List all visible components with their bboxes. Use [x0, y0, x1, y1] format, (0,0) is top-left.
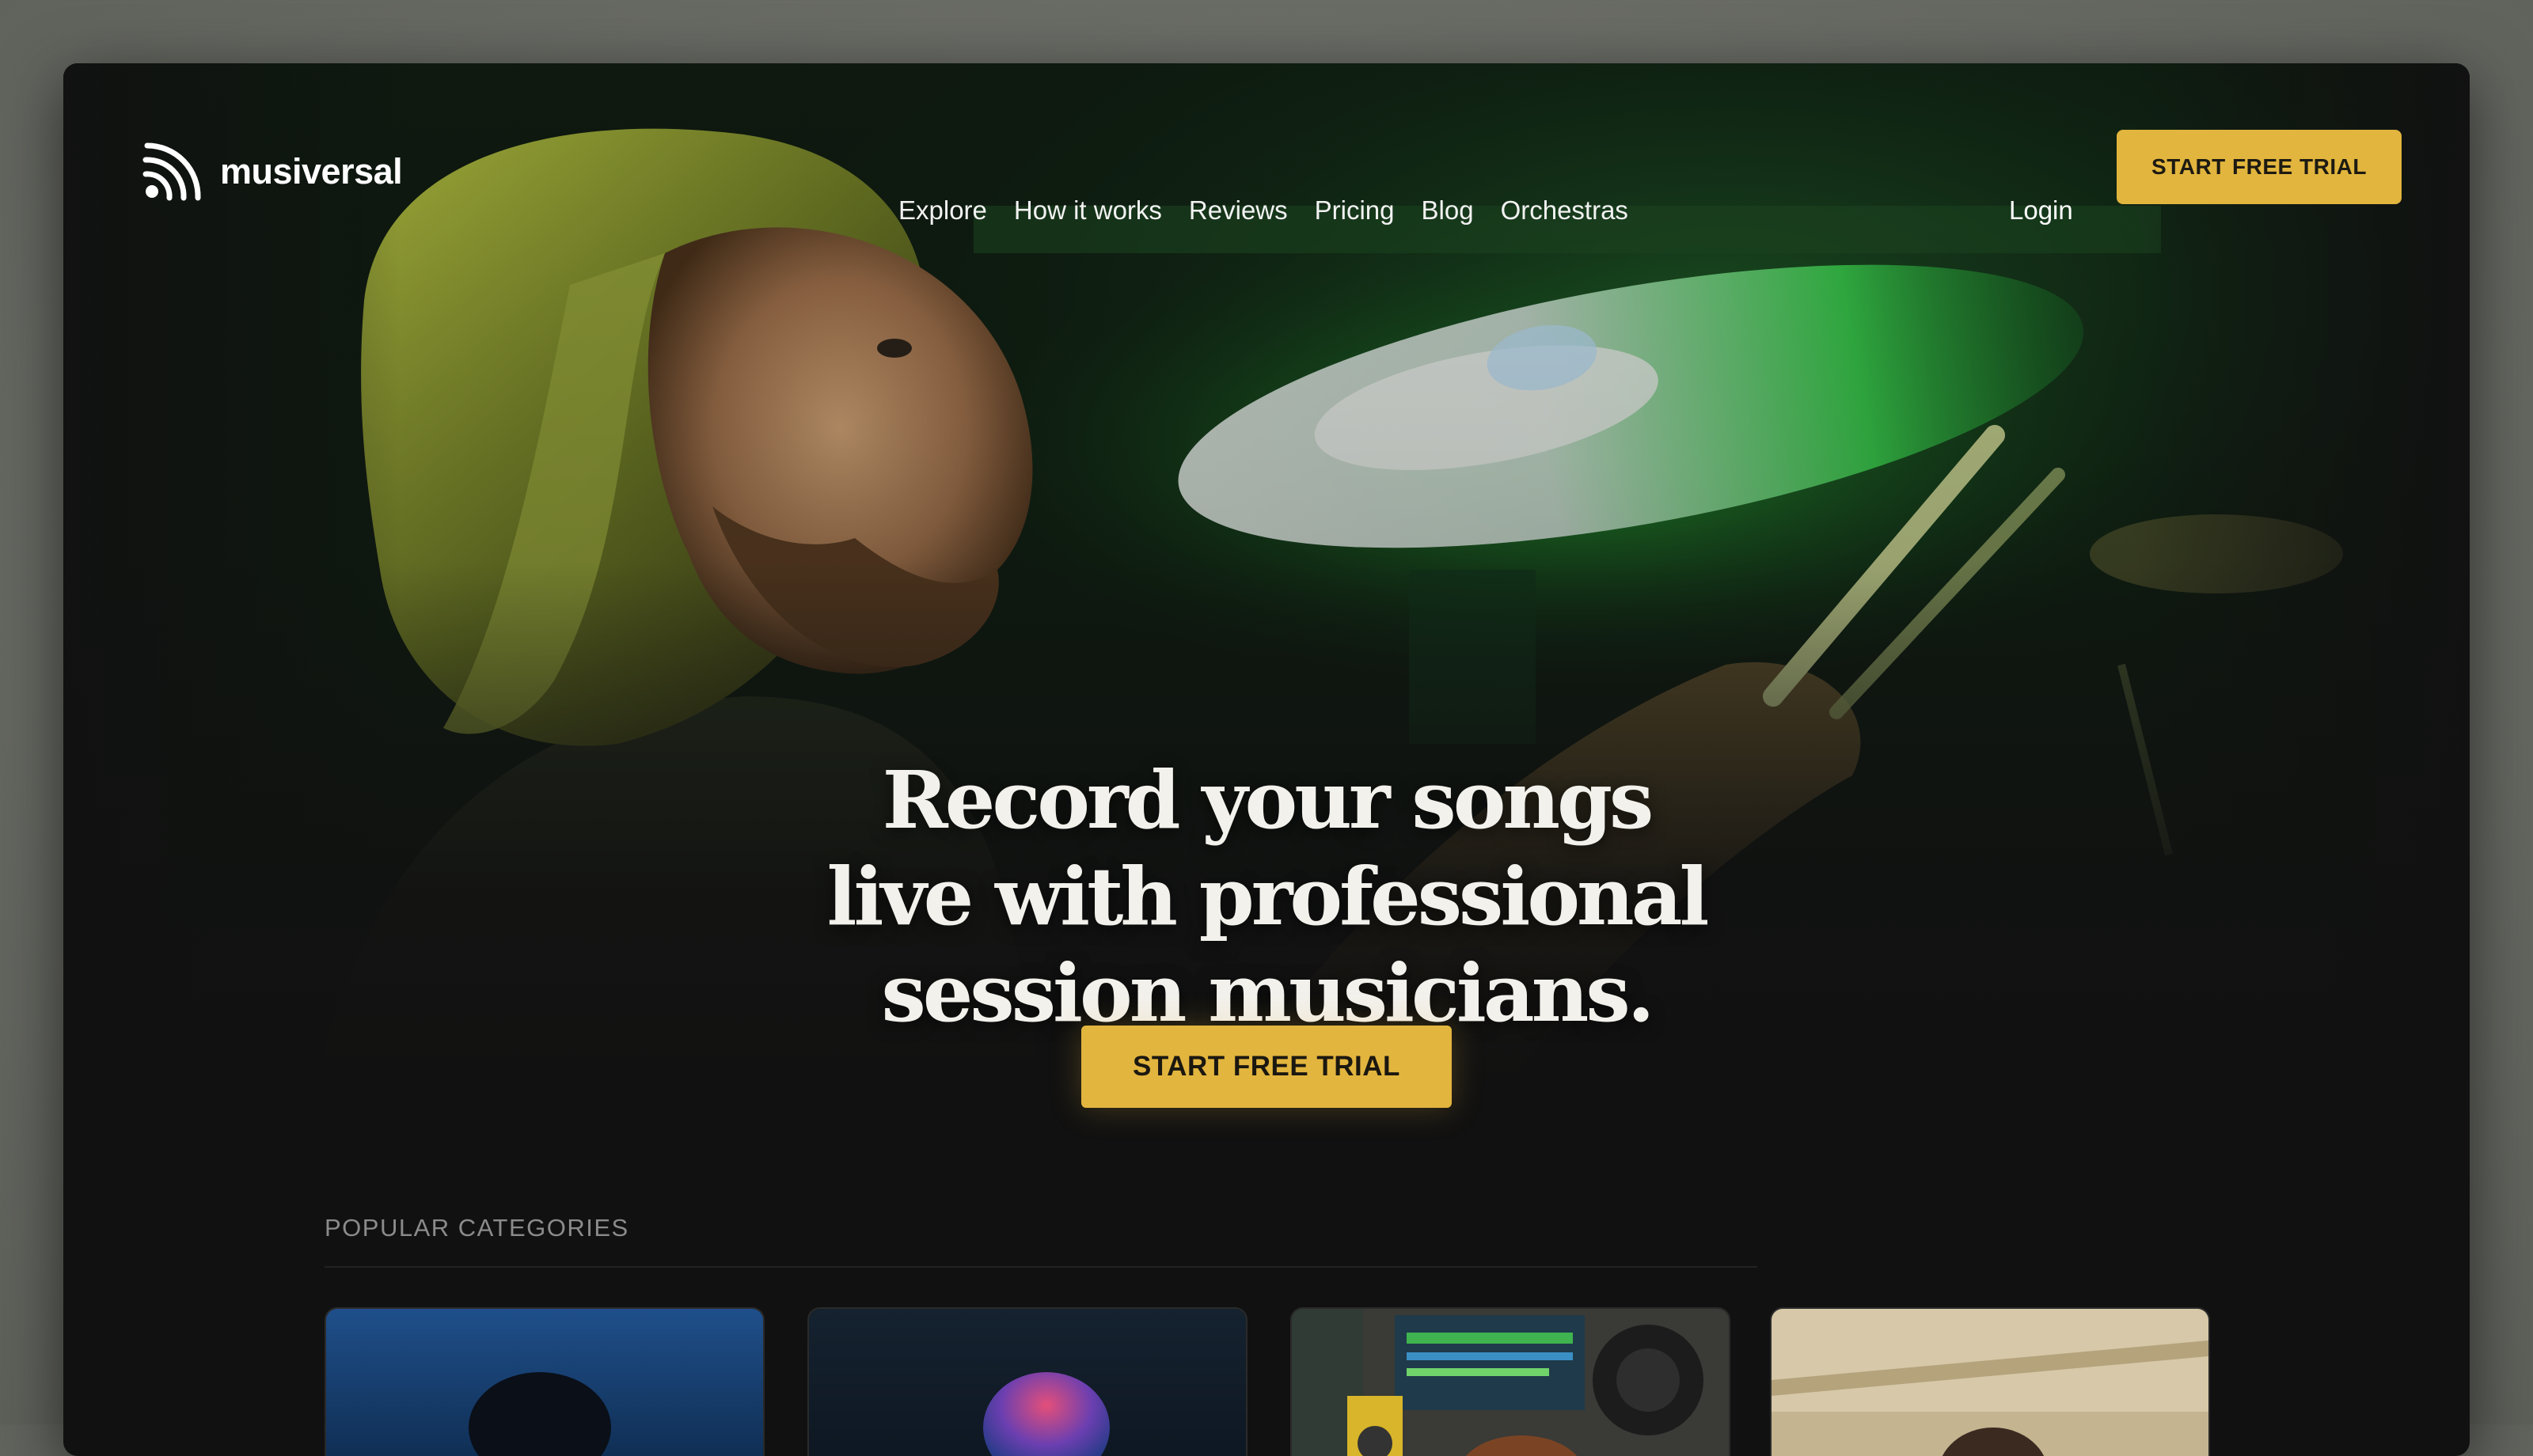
divider — [325, 1266, 1757, 1268]
top-navigation: musiversal Explore How it works Reviews … — [63, 63, 2470, 229]
nav-link-how-it-works[interactable]: How it works — [1014, 195, 1162, 226]
category-card-1[interactable] — [325, 1307, 765, 1456]
category-card-2[interactable] — [807, 1307, 1248, 1456]
nav-start-free-trial-button[interactable]: START FREE TRIAL — [2117, 130, 2402, 204]
musician-photo — [1772, 1309, 2208, 1456]
nav-link-explore[interactable]: Explore — [898, 195, 987, 226]
performer-photo — [809, 1309, 1246, 1456]
sound-wave-logo-icon — [141, 136, 207, 207]
hero-headline: Record your songs live with professional… — [475, 752, 2058, 1041]
nav-link-reviews[interactable]: Reviews — [1189, 195, 1288, 226]
category-card-4[interactable] — [1770, 1307, 2210, 1456]
nav-link-orchestras[interactable]: Orchestras — [1501, 195, 1628, 226]
hero-headline-line-2: live with professional — [826, 850, 1709, 943]
category-card-3[interactable] — [1290, 1307, 1730, 1456]
login-link[interactable]: Login — [2009, 195, 2073, 226]
hero-headline-line-1: Record your songs — [882, 753, 1654, 847]
studio-producer-photo — [1292, 1309, 1729, 1456]
popular-categories-heading: POPULAR CATEGORIES — [325, 1214, 629, 1242]
brand-logo[interactable]: musiversal — [141, 136, 403, 207]
nav-link-blog[interactable]: Blog — [1422, 195, 1474, 226]
brand-name: musiversal — [220, 150, 403, 191]
nav-links: Explore How it works Reviews Pricing Blo… — [898, 195, 1655, 226]
singer-photo — [326, 1309, 763, 1456]
hero-start-free-trial-button[interactable]: START FREE TRIAL — [1081, 1026, 1452, 1108]
browser-window: musiversal Explore How it works Reviews … — [63, 63, 2470, 1456]
nav-link-pricing[interactable]: Pricing — [1315, 195, 1395, 226]
